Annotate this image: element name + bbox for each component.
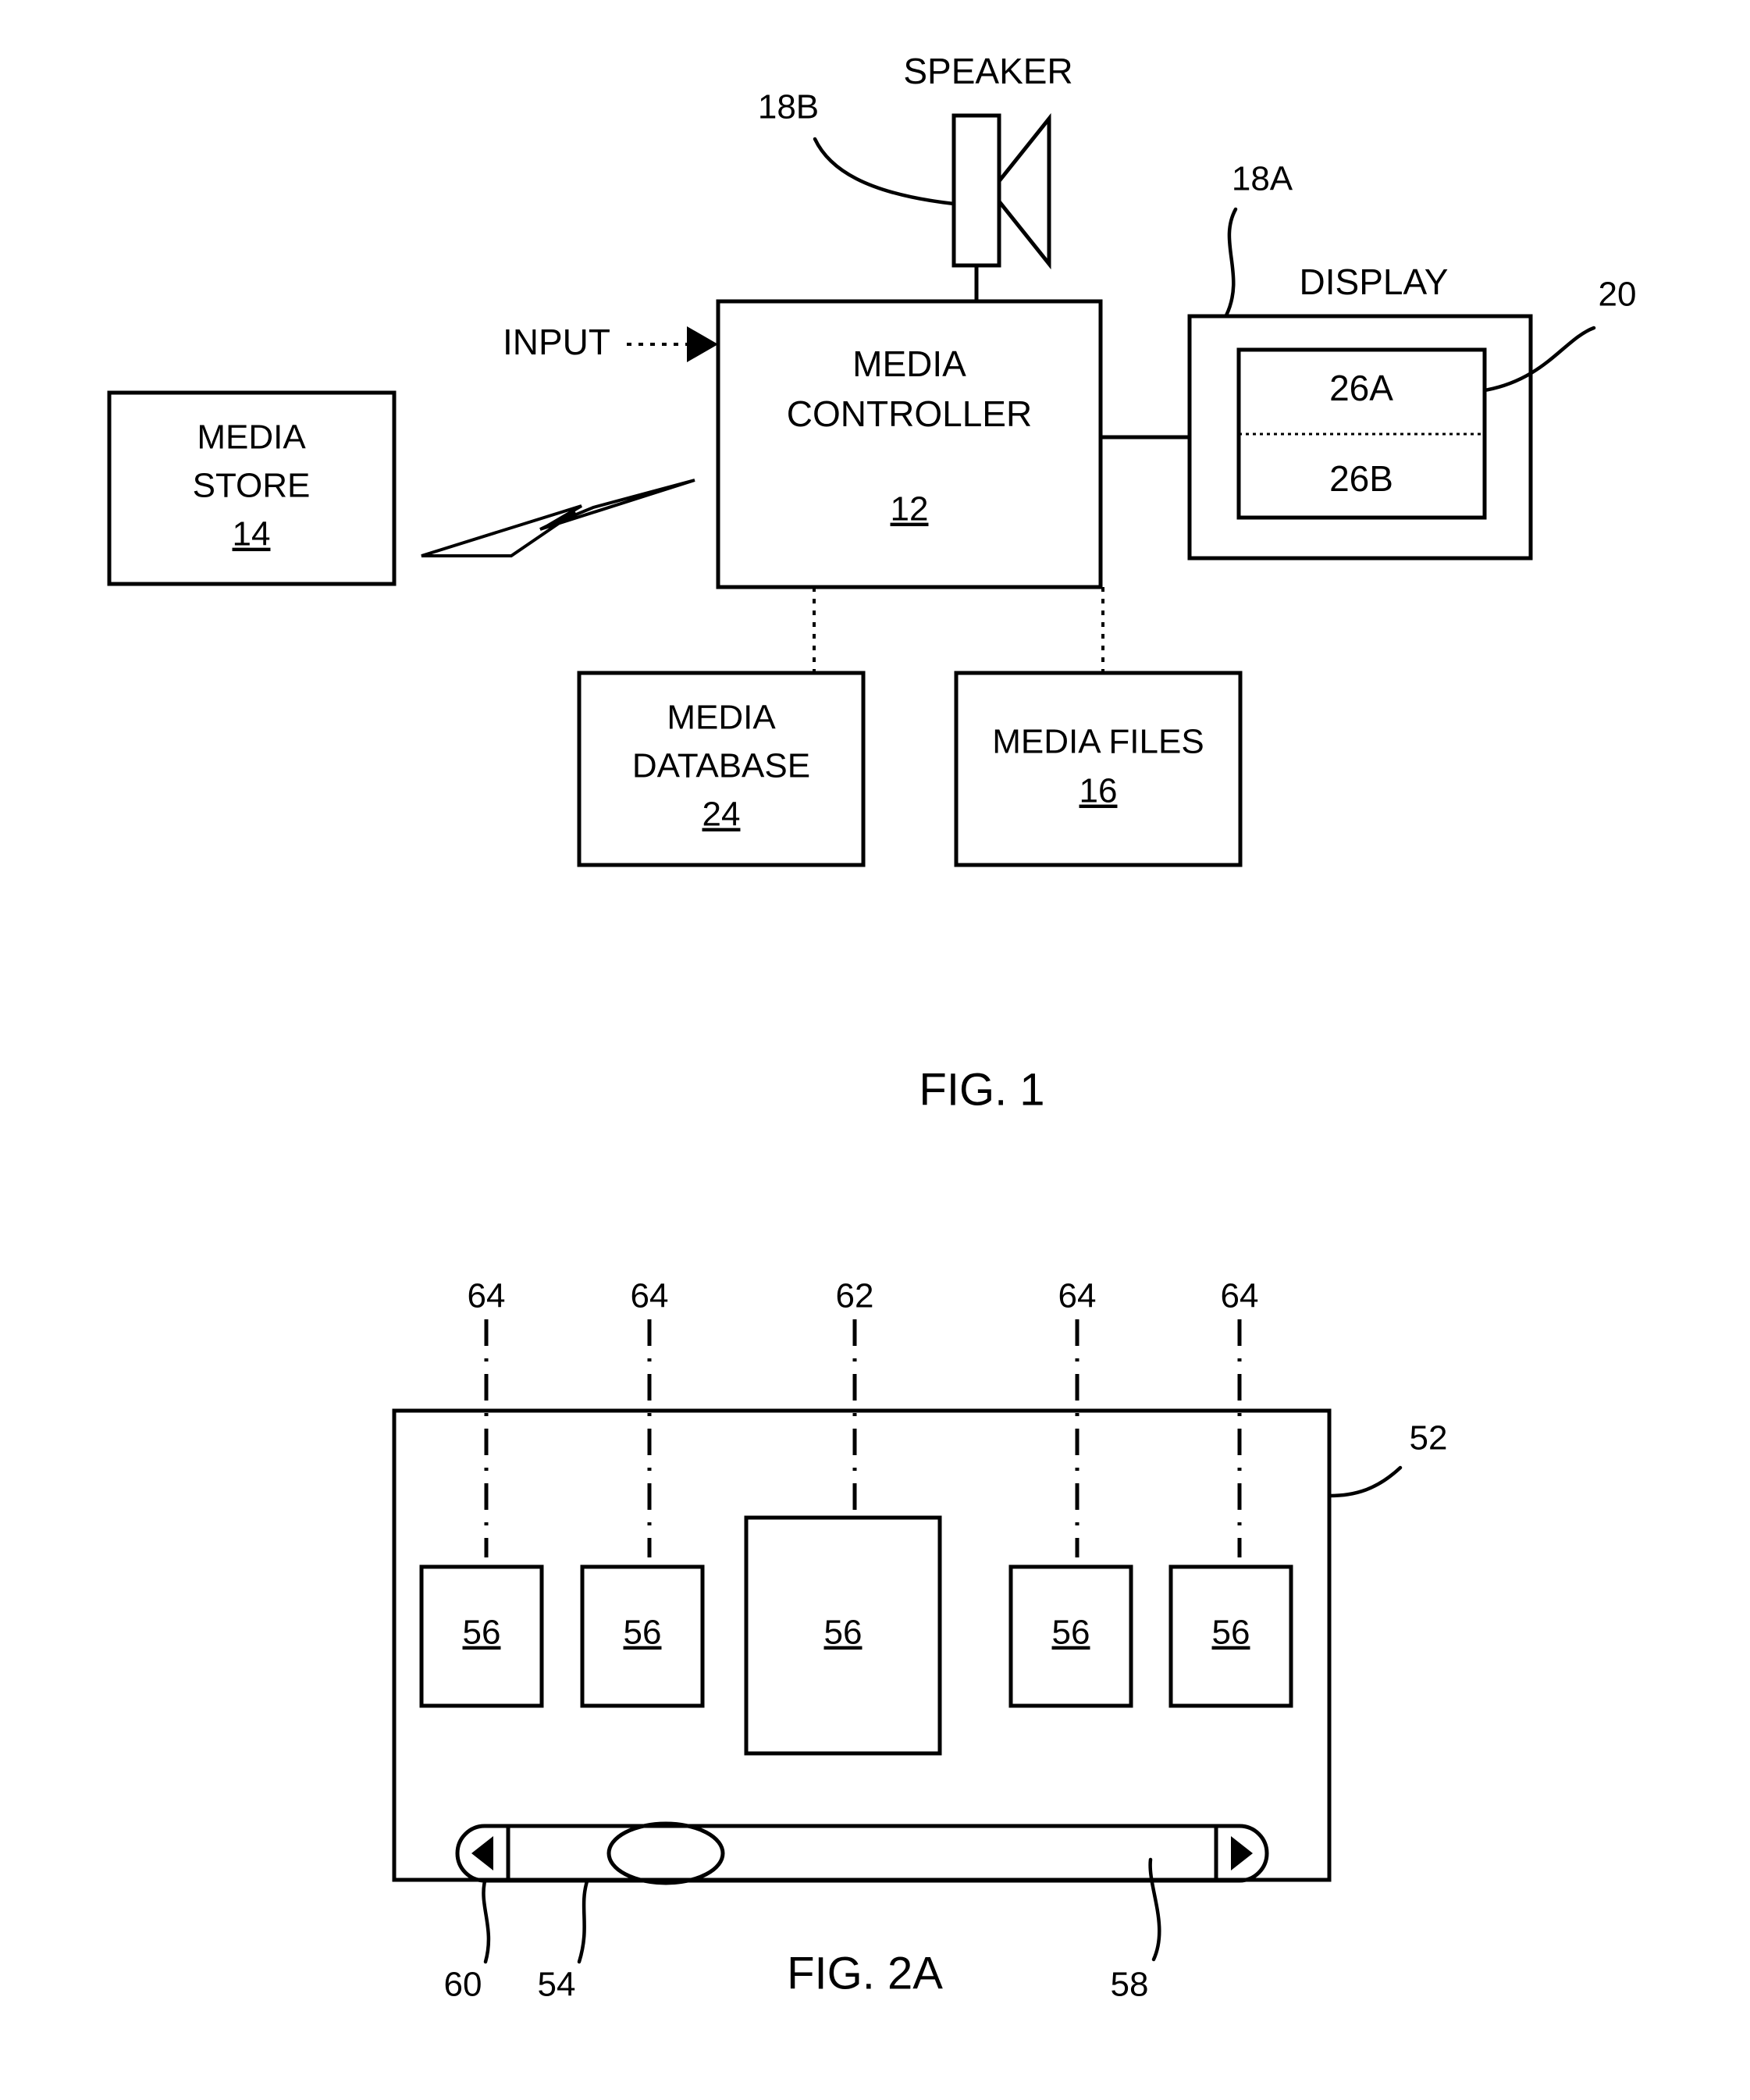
ref-18a-leader [1224,207,1238,318]
media-database-ref: 24 [702,796,741,834]
fig2a-scroll-thumb[interactable] [606,1821,725,1885]
triangle-left-icon[interactable] [471,1836,493,1870]
ref-20-leader [1482,326,1596,393]
ref-52-leader [1327,1465,1403,1498]
figure-canvas: SPEAKER 18B 18A DISPLAY 26A 26B 20 MEDIA… [107,51,1637,2004]
media-store-line2: STORE [193,467,311,505]
fig2a-item-2-ref: 56 [824,1614,863,1652]
ref-20: 20 [1599,276,1637,314]
media-database-line1: MEDIA [667,699,776,737]
fig2a-item-1-ref: 56 [624,1614,662,1652]
ref-52: 52 [1410,1419,1448,1458]
ref-54-leader [577,1879,589,1964]
ref-60-leader [482,1879,491,1964]
media-files-line1: MEDIA FILES [992,723,1204,761]
ref-58-leader [1148,1857,1161,1962]
speaker-body-icon [951,113,1001,268]
figure-1-caption: FIG. 1 [919,1064,1044,1115]
fig2a-item-4-ref: 56 [1212,1614,1250,1652]
media-files-ref: 16 [1080,772,1118,810]
patent-figure-sheet: SPEAKER 18B 18A DISPLAY 26A 26B 20 MEDIA… [0,0,1750,2100]
ref-18b-leader [813,137,956,206]
input-arrowhead-icon [687,326,718,362]
figure-2a-caption: FIG. 2A [787,1948,943,1999]
wireless-bolt-icon [421,479,695,557]
media-controller-line1: MEDIA [852,343,966,384]
ref-18a: 18A [1232,160,1293,198]
media-controller-ref: 12 [891,490,929,529]
display-region-a-label: 26A [1329,368,1393,408]
media-store-line1: MEDIA [197,418,306,457]
fig2a-scrollbar-track[interactable] [455,1824,1269,1883]
fig2a-top-ref-1: 64 [631,1277,669,1315]
ref-58: 58 [1111,1966,1149,2004]
display-label: DISPLAY [1300,262,1449,302]
media-controller-line2: CONTROLLER [787,393,1032,434]
speaker-cone-icon [998,112,1051,270]
ref-54: 54 [538,1966,576,2004]
media-files-box [954,671,1243,867]
input-label: INPUT [503,322,610,362]
fig2a-top-ref-2: 62 [836,1277,874,1315]
fig2a-item-0-ref: 56 [463,1614,501,1652]
display-outer-box [1187,314,1533,561]
fig2a-top-ref-0: 64 [468,1277,506,1315]
display-region-b-label: 26B [1329,458,1393,499]
ref-60: 60 [444,1966,482,2004]
fig2a-item-3-ref: 56 [1052,1614,1090,1652]
fig2a-top-ref-4: 64 [1221,1277,1259,1315]
media-database-line2: DATABASE [632,747,810,785]
speaker-label: SPEAKER [903,51,1072,91]
fig2a-top-ref-3: 64 [1058,1277,1097,1315]
ref-18b: 18B [758,88,819,126]
media-store-ref: 14 [233,515,271,553]
triangle-right-icon[interactable] [1231,1836,1253,1870]
